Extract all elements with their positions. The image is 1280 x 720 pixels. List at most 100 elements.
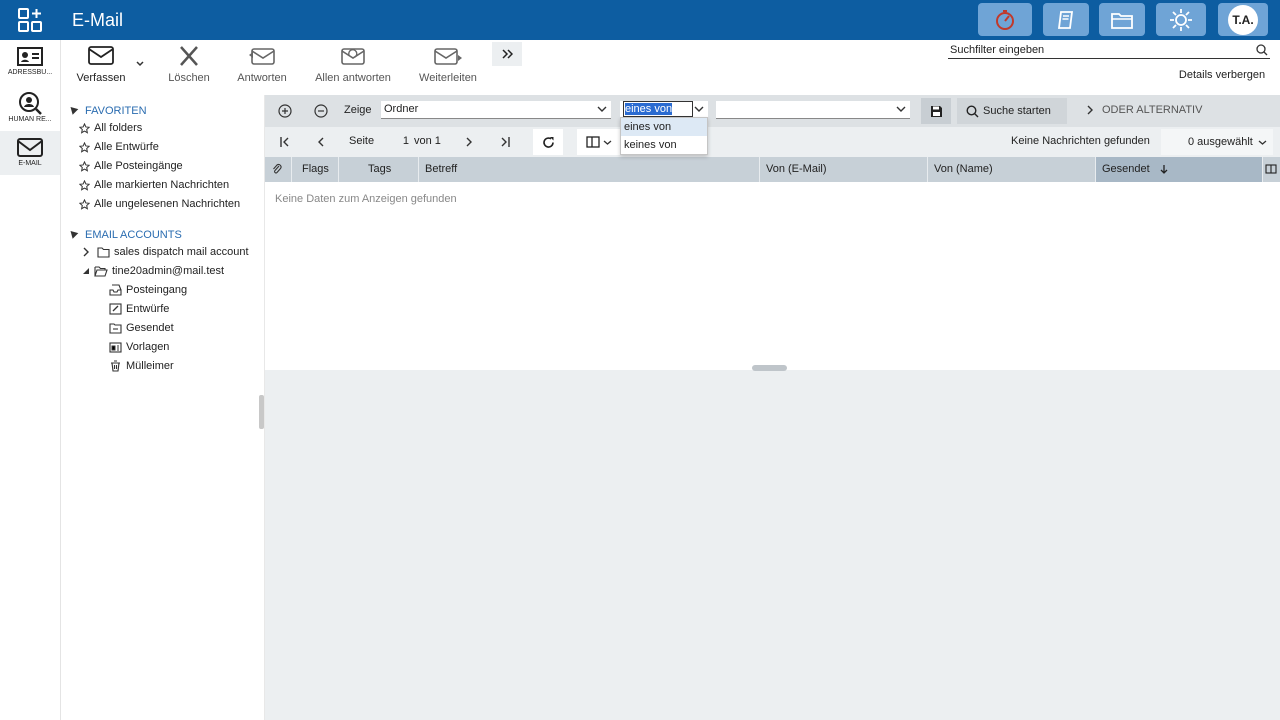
prev-page-button[interactable] (306, 129, 336, 155)
save-filter-button[interactable] (921, 98, 951, 124)
folder-label: Vorlagen (126, 341, 170, 353)
trash-icon (111, 360, 120, 372)
favorite-label: Alle Entwürfe (94, 141, 159, 153)
filter-operator-value: eines von (625, 103, 673, 115)
operator-option[interactable]: keines von (621, 136, 707, 154)
details-toggle-button[interactable]: Details verbergen (1167, 67, 1277, 85)
folder-item-trash[interactable]: Mülleimer (109, 360, 174, 372)
user-avatar[interactable]: T.A. (1218, 3, 1268, 36)
favorite-label: All folders (94, 122, 143, 134)
favorite-item[interactable]: Alle ungelesenen Nachrichten (79, 198, 240, 210)
favorite-item[interactable]: Alle Entwürfe (79, 141, 159, 153)
chevron-down-icon (136, 61, 144, 67)
nav-item-email[interactable]: E-MAIL (0, 131, 60, 175)
nav-item-human-resources[interactable]: HUMAN RE... (0, 87, 60, 131)
reply-button[interactable]: Antworten (231, 46, 293, 92)
selection-count-button[interactable]: 0 ausgewählt (1161, 129, 1273, 155)
apps-grid-icon[interactable] (18, 8, 42, 32)
forward-button[interactable]: Weiterleiten (415, 46, 481, 92)
chevron-right-icon[interactable] (81, 247, 91, 257)
favorite-item[interactable]: All folders (79, 122, 142, 134)
folder-item-templates[interactable]: Vorlagen (109, 341, 169, 353)
sent-folder-icon (109, 323, 122, 334)
nav-item-addressbook[interactable]: ADRESSBU... (0, 42, 60, 86)
paperclip-icon (273, 164, 282, 174)
account-label: sales dispatch mail account (114, 246, 249, 258)
double-chevron-right-icon (502, 49, 513, 59)
column-picker-button[interactable] (1263, 157, 1280, 182)
column-flags[interactable]: Flags (292, 157, 339, 182)
star-icon (79, 160, 90, 172)
compose-button[interactable]: Verfassen (73, 46, 129, 92)
preview-panel (265, 365, 1280, 720)
account-label: tine20admin@mail.test (112, 265, 225, 277)
expanded-triangle-icon[interactable] (81, 266, 91, 276)
app-title: E-Mail (72, 10, 124, 30)
reply-all-button[interactable]: Allen antworten (311, 46, 395, 92)
save-icon (930, 105, 942, 117)
column-from-name[interactable]: Von (Name) (928, 157, 1096, 182)
filter-field-select[interactable]: Ordner (381, 101, 611, 119)
book-button[interactable] (1043, 3, 1089, 36)
start-search-button[interactable]: Suche starten (957, 98, 1067, 124)
page-number-input[interactable]: 1 (377, 133, 411, 149)
favorite-item[interactable]: Alle Posteingänge (79, 160, 183, 172)
filter-value-select[interactable] (716, 101, 910, 119)
operator-option[interactable]: eines von (621, 118, 707, 136)
reply-all-icon (341, 48, 365, 65)
timer-button[interactable] (978, 3, 1032, 36)
nav-label: ADRESSBU... (7, 69, 53, 76)
chevron-down-icon (603, 140, 612, 145)
folder-button[interactable] (1099, 3, 1145, 36)
top-bar: E-Mail T.A. (0, 0, 1280, 40)
chevron-down-icon (694, 106, 704, 112)
column-sent[interactable]: Gesendet (1096, 157, 1263, 182)
sidebar-splitter[interactable] (259, 395, 264, 429)
reply-icon (249, 48, 275, 65)
search-icon (966, 104, 979, 117)
folder-item-inbox[interactable]: Posteingang (109, 284, 187, 296)
column-tags[interactable]: Tags (339, 157, 419, 182)
refresh-button[interactable] (533, 129, 563, 155)
preview-collapse-handle[interactable] (752, 365, 787, 371)
folder-item-sent[interactable]: Gesendet (109, 322, 174, 334)
empty-grid-text: Keine Daten zum Anzeigen gefunden (275, 193, 457, 205)
collapse-triangle-icon[interactable] (67, 228, 79, 239)
nav-label: E-MAIL (18, 160, 42, 167)
timer-icon (996, 9, 1014, 30)
chevron-right-icon (1087, 105, 1093, 115)
layout-toggle-button[interactable] (577, 129, 621, 155)
column-from-email[interactable]: Von (E-Mail) (760, 157, 928, 182)
search-icon[interactable] (1256, 44, 1268, 56)
favorite-item[interactable]: Alle markierten Nachrichten (79, 179, 229, 191)
folder-tree: FAVORITEN All folders Alle Entwürfe Alle… (61, 95, 265, 720)
add-filter-button[interactable] (270, 98, 300, 124)
email-accounts-header[interactable]: EMAIL ACCOUNTS (67, 228, 182, 241)
remove-filter-button[interactable] (306, 98, 336, 124)
filter-bar: Zeige Ordner eines von Suche starten ODE… (265, 95, 1280, 155)
sun-icon (1170, 8, 1192, 31)
column-attachment[interactable] (265, 157, 292, 182)
minus-circle-icon (314, 104, 328, 118)
or-alternative-toggle[interactable]: ODER ALTERNATIV (1085, 104, 1202, 116)
search-filter-input[interactable]: Suchfilter eingeben (948, 43, 1270, 59)
last-page-button[interactable] (490, 129, 520, 155)
paging-status: Keine Nachrichten gefunden (1011, 135, 1150, 147)
column-subject[interactable]: Betreff (419, 157, 760, 182)
theme-button[interactable] (1156, 3, 1206, 36)
collapse-triangle-icon[interactable] (67, 104, 79, 115)
favorites-header[interactable]: FAVORITEN (67, 104, 147, 117)
selection-count-label: 0 ausgewählt (1188, 136, 1253, 148)
drafts-icon (109, 303, 122, 315)
more-actions-button[interactable] (492, 42, 522, 66)
chevron-down-icon (597, 106, 607, 112)
folder-item-drafts[interactable]: Entwürfe (109, 303, 169, 315)
user-search-icon (19, 92, 42, 115)
account-item[interactable]: sales dispatch mail account (81, 246, 249, 258)
column-sent-label: Gesendet (1102, 163, 1150, 175)
account-item[interactable]: tine20admin@mail.test (81, 265, 224, 277)
refresh-icon (542, 136, 554, 148)
next-page-button[interactable] (454, 129, 484, 155)
first-page-button[interactable] (270, 129, 300, 155)
delete-button[interactable]: Löschen (161, 46, 217, 92)
